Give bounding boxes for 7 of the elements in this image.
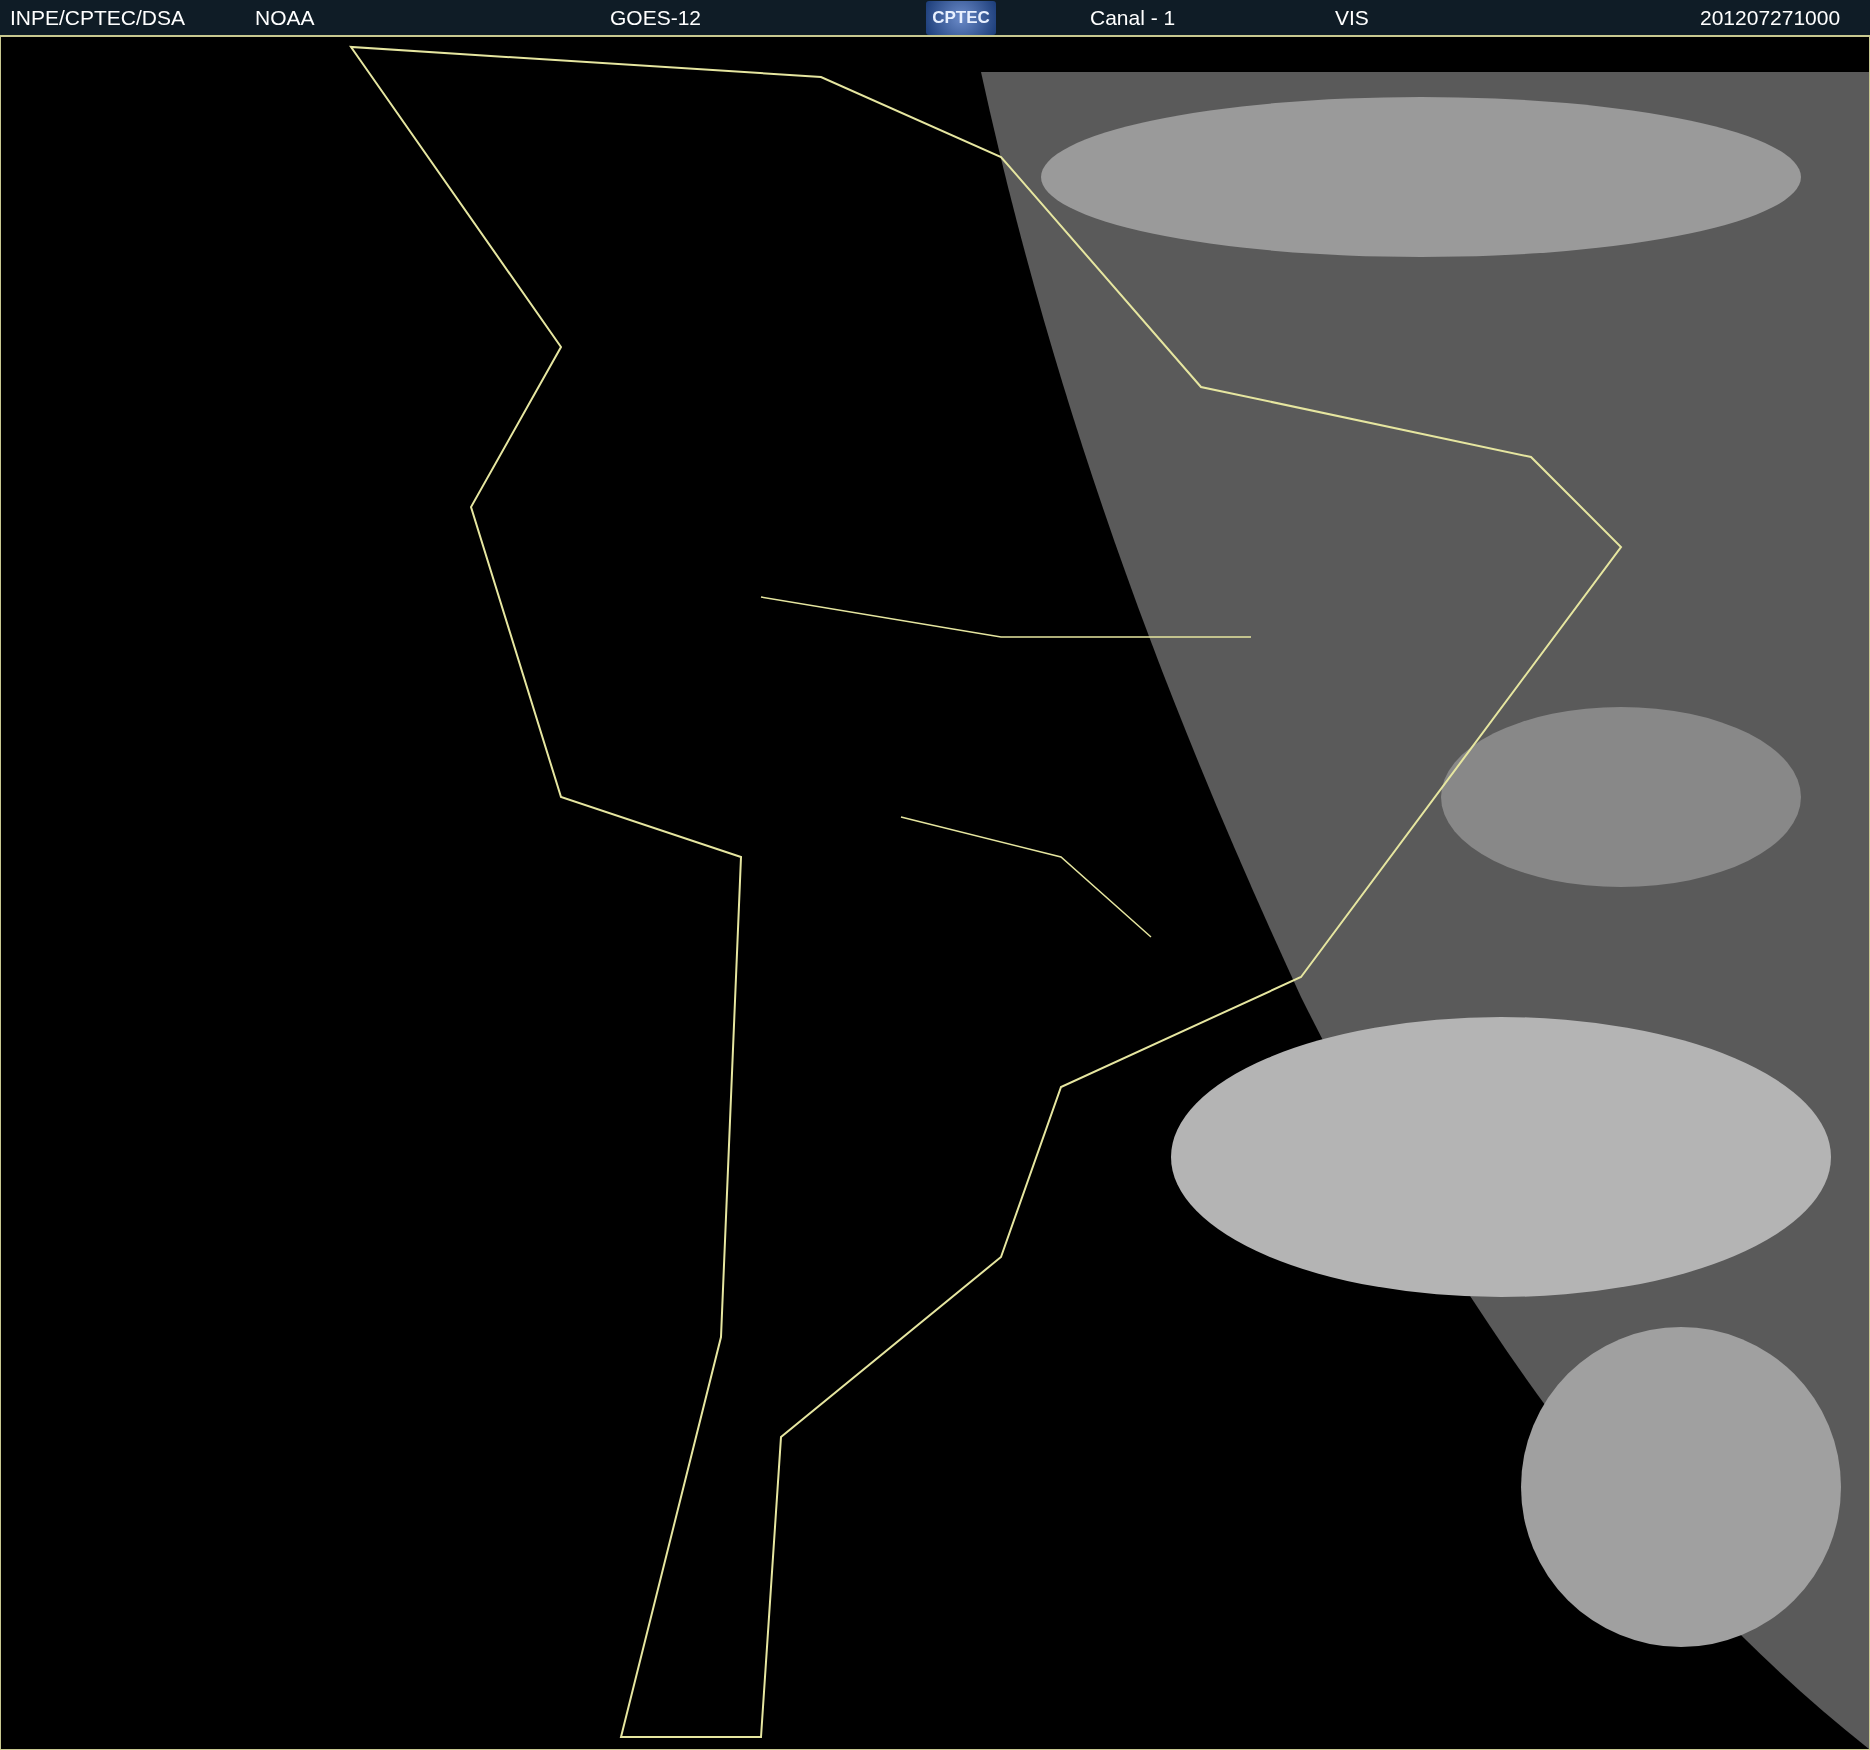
band-label: VIS — [1335, 5, 1370, 30]
header-label: NOAA — [255, 5, 316, 30]
logo: CPTEC — [926, 0, 996, 35]
timestamp: 201207271000 — [1700, 5, 1842, 30]
header-label: GOES-12 — [610, 5, 703, 30]
channel-label: Canal - 1 — [1090, 5, 1177, 30]
header-label: INPE/CPTEC/DSA — [10, 5, 187, 30]
